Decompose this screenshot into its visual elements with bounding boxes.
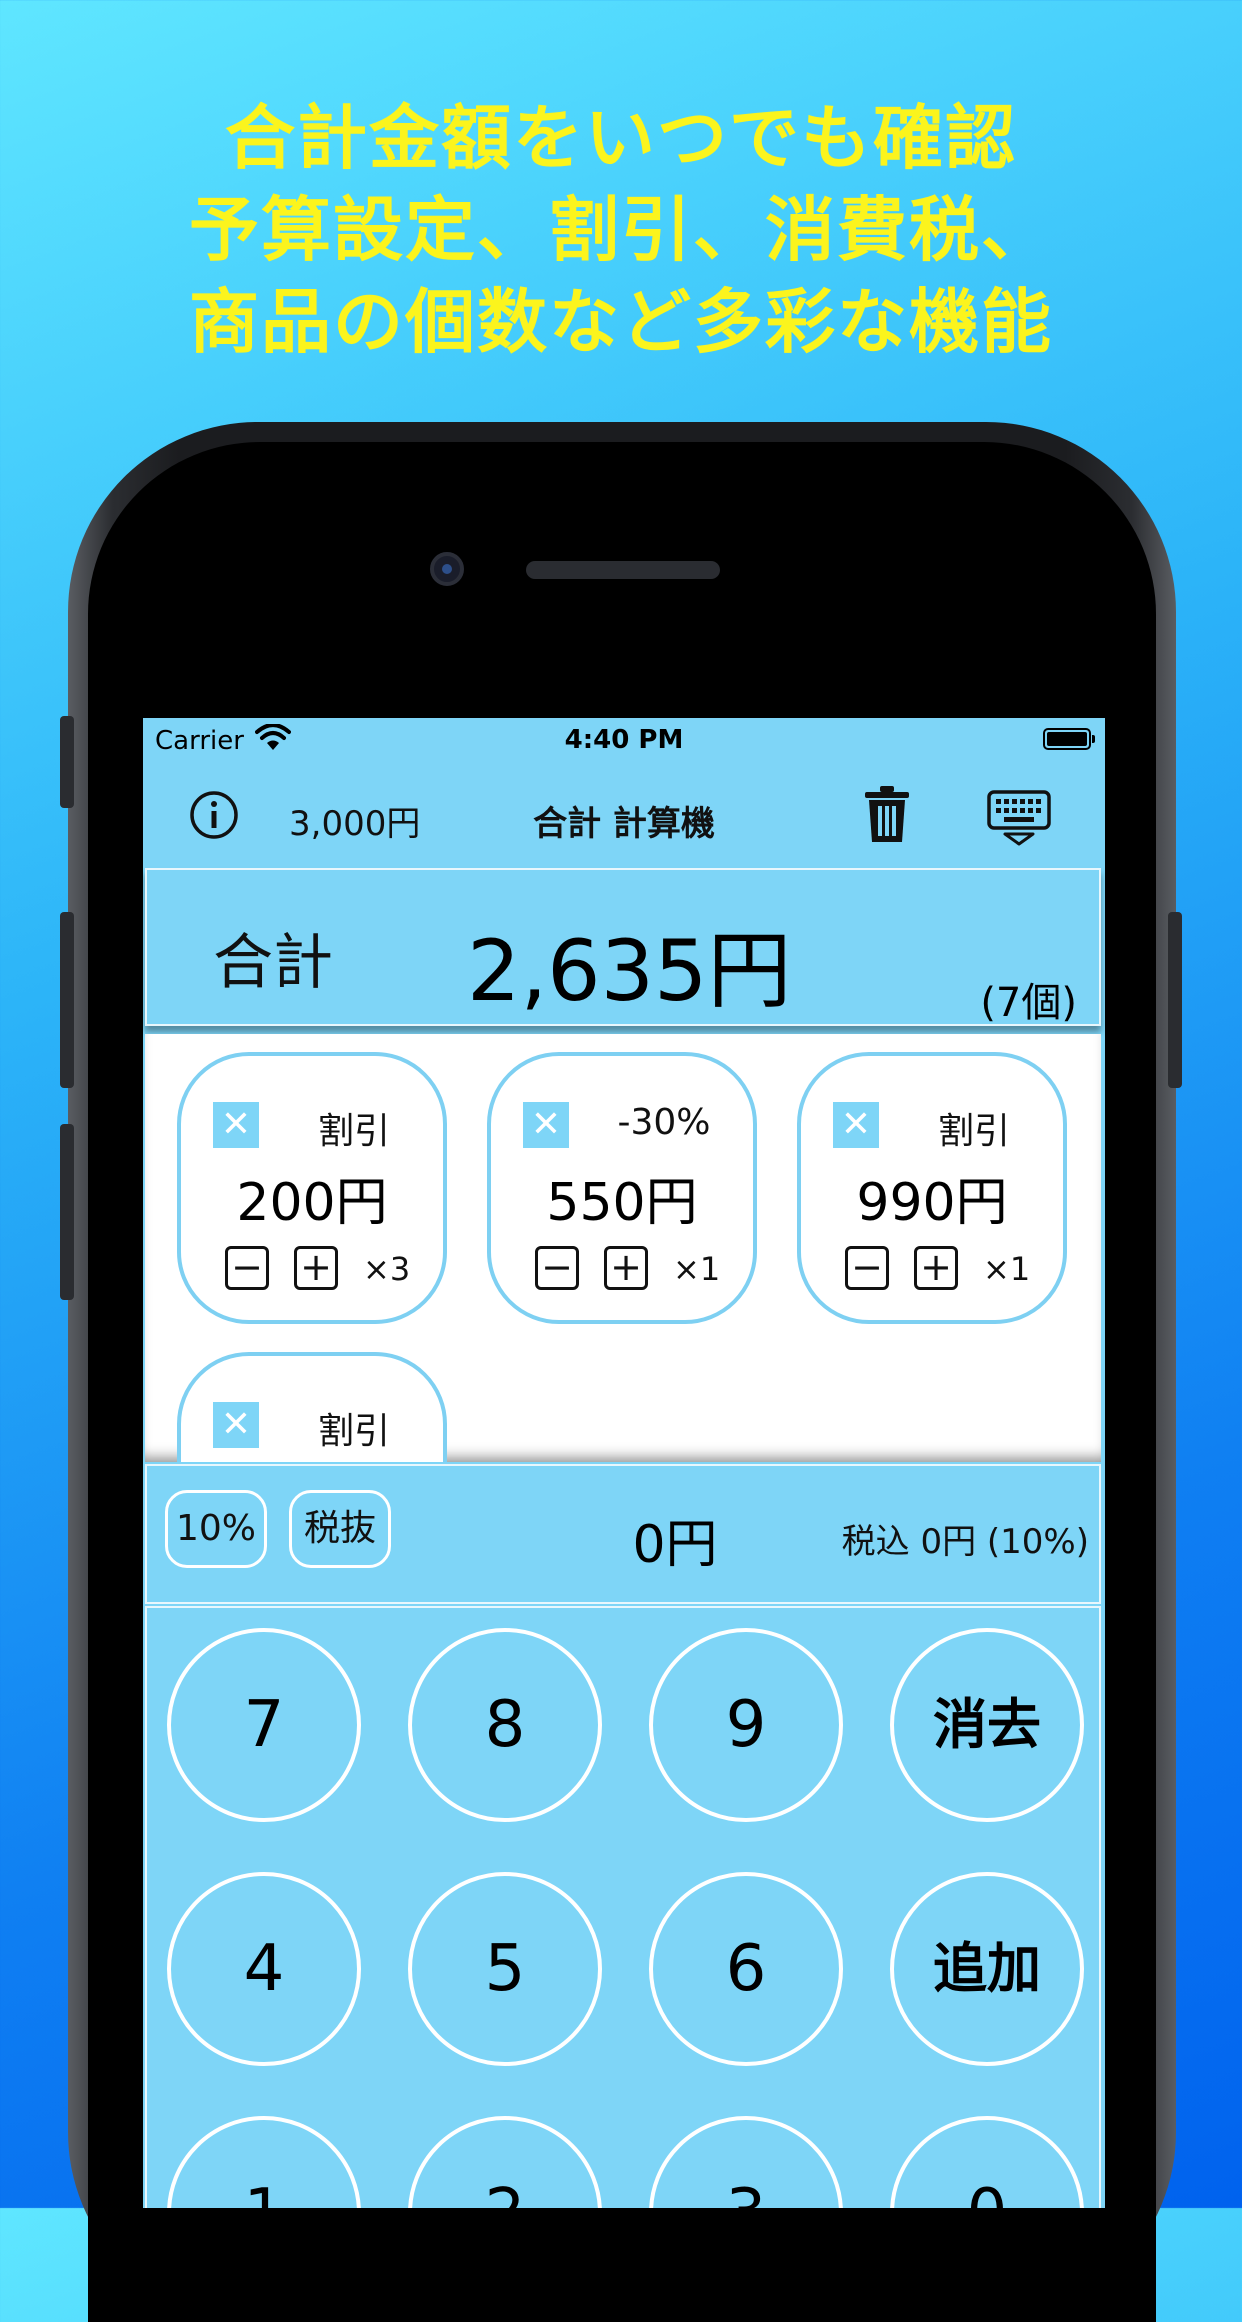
item-price: 550円 xyxy=(546,1173,698,1233)
clear-button[interactable]: 消去 xyxy=(890,1628,1084,1822)
camera-icon xyxy=(430,552,464,586)
item-quantity: ×1 xyxy=(983,1250,1031,1288)
key-8[interactable]: 8 xyxy=(408,1628,602,1822)
key-7[interactable]: 7 xyxy=(167,1628,361,1822)
input-panel: 10% 税抜 0円 税込 0円 (10%) xyxy=(145,1464,1101,1604)
key-6[interactable]: 6 xyxy=(649,1872,843,2066)
key-2[interactable]: 2 xyxy=(408,2116,602,2208)
trash-icon[interactable] xyxy=(861,784,913,844)
item-card[interactable]: ✕ 割引 990円 − + ×1 xyxy=(797,1052,1067,1324)
decrease-qty-button[interactable]: − xyxy=(535,1246,579,1290)
item-price: 200円 xyxy=(236,1173,388,1233)
tax-included-value: 税込 0円 (10%) xyxy=(841,1522,1089,1562)
item-card[interactable]: ✕ 割引 xyxy=(177,1352,447,1462)
item-list[interactable]: ✕ 割引 200円 − + ×3 ✕ -30% 550円 − + ×1 ✕ 割引… xyxy=(145,1034,1101,1462)
remove-item-button[interactable]: ✕ xyxy=(523,1102,569,1148)
headline-line-2: 予算設定、割引、消費税、 xyxy=(189,189,1053,271)
app-screen: Carrier 4:40 PM 3,000円 合計 計算機 合計 2,635円 … xyxy=(143,718,1105,2208)
key-9[interactable]: 9 xyxy=(649,1628,843,1822)
speaker-grille xyxy=(526,561,720,579)
item-count: (7個) xyxy=(980,980,1077,1026)
remove-item-button[interactable]: ✕ xyxy=(213,1102,259,1148)
decrease-qty-button[interactable]: − xyxy=(225,1246,269,1290)
headline-line-1: 合計金額をいつでも確認 xyxy=(225,97,1017,179)
headline-line-3: 商品の個数など多彩な機能 xyxy=(189,281,1053,363)
decrease-qty-button[interactable]: − xyxy=(845,1246,889,1290)
item-label: -30% xyxy=(617,1102,711,1143)
remove-item-button[interactable]: ✕ xyxy=(833,1102,879,1148)
key-1[interactable]: 1 xyxy=(167,2116,361,2208)
item-quantity: ×3 xyxy=(363,1250,411,1288)
increase-qty-button[interactable]: + xyxy=(294,1246,338,1290)
status-time: 4:40 PM xyxy=(564,725,684,755)
item-card[interactable]: ✕ 割引 200円 − + ×3 xyxy=(177,1052,447,1324)
phone-volume-up xyxy=(60,912,74,1088)
item-label: 割引 xyxy=(317,1411,390,1452)
item-price: 990円 xyxy=(856,1173,1008,1233)
increase-qty-button[interactable]: + xyxy=(604,1246,648,1290)
key-0[interactable]: 0 xyxy=(890,2116,1084,2208)
item-label: 割引 xyxy=(317,1111,390,1152)
battery-icon xyxy=(1043,728,1095,750)
phone-side-button xyxy=(60,716,74,808)
add-button[interactable]: 追加 xyxy=(890,1872,1084,2066)
phone-power-button xyxy=(1168,912,1182,1088)
keypad: 7 8 9 消去 4 5 6 追加 1 2 3 0 xyxy=(145,1606,1101,2208)
item-card[interactable]: ✕ -30% 550円 − + ×1 xyxy=(487,1052,757,1324)
status-bar: Carrier 4:40 PM xyxy=(143,718,1105,762)
nav-bar: 3,000円 合計 計算機 xyxy=(143,762,1105,862)
total-label: 合計 xyxy=(213,928,333,998)
increase-qty-button[interactable]: + xyxy=(914,1246,958,1290)
keyboard-icon[interactable] xyxy=(987,788,1051,848)
item-label: 割引 xyxy=(937,1111,1010,1152)
headline: 合計金額をいつでも確認 予算設定、割引、消費税、 商品の個数など多彩な機能 xyxy=(0,92,1242,368)
key-3[interactable]: 3 xyxy=(649,2116,843,2208)
page-title: 合計 計算機 xyxy=(533,804,715,844)
key-5[interactable]: 5 xyxy=(408,1872,602,2066)
remove-item-button[interactable]: ✕ xyxy=(213,1402,259,1448)
key-4[interactable]: 4 xyxy=(167,1872,361,2066)
phone-volume-down xyxy=(60,1124,74,1300)
item-quantity: ×1 xyxy=(673,1250,721,1288)
total-amount: 2,635円 xyxy=(467,922,792,1020)
total-panel: 合計 2,635円 (7個) xyxy=(145,868,1101,1026)
